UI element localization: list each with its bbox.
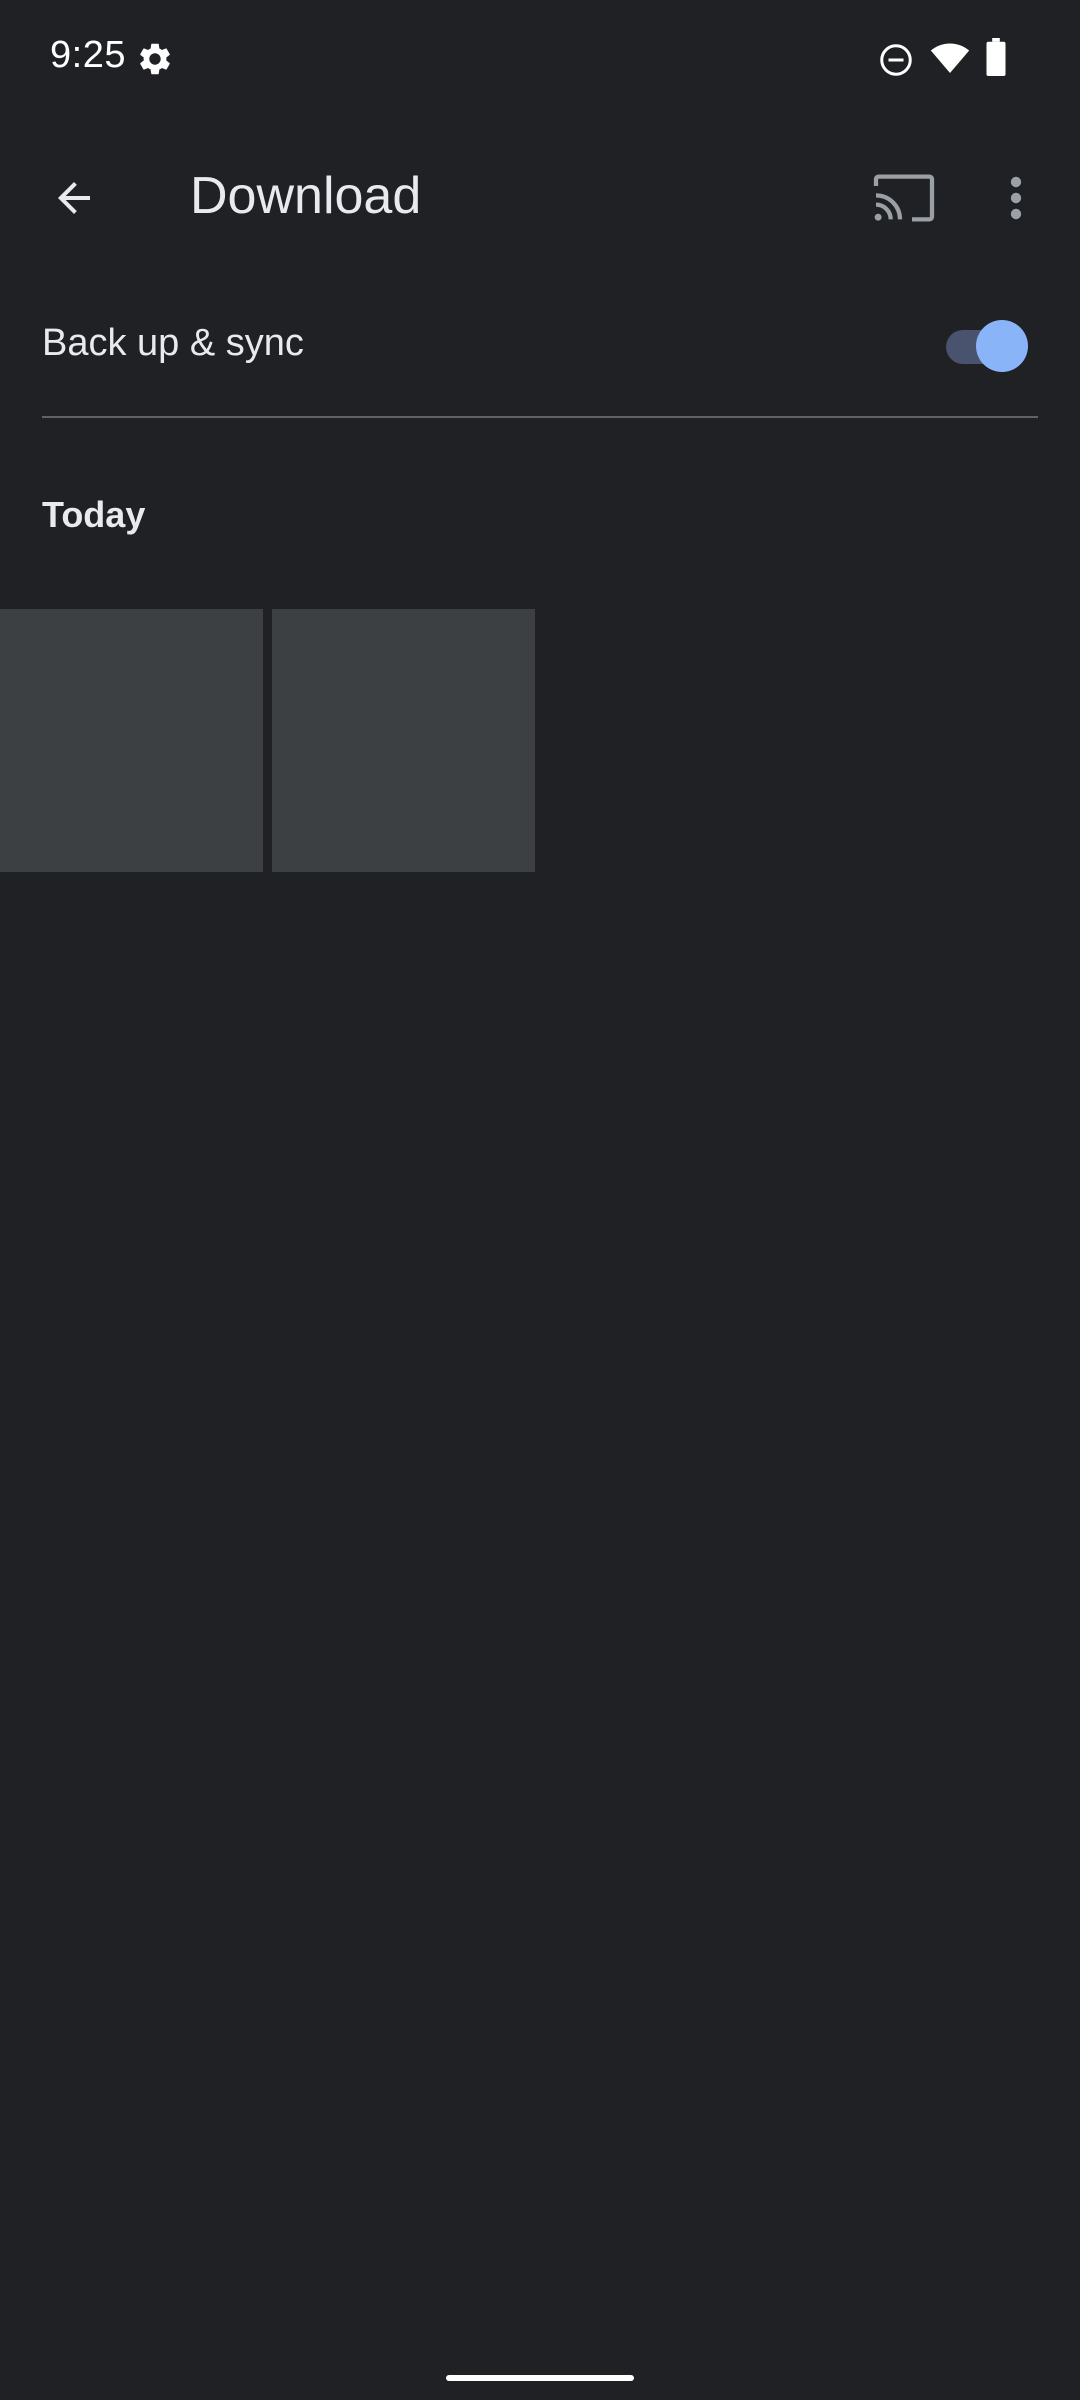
more-vert-icon — [1010, 176, 1022, 220]
section-header-today: Today — [42, 494, 146, 535]
arrow-back-icon — [58, 182, 90, 214]
status-time: 9:25 — [50, 34, 126, 76]
divider — [42, 416, 1038, 418]
wifi-icon — [930, 43, 970, 73]
more-options-button[interactable] — [974, 156, 1058, 240]
battery-icon — [986, 38, 1006, 76]
backup-sync-toggle[interactable] — [944, 318, 1030, 374]
cast-button[interactable] — [862, 156, 946, 240]
screen: 9:25 Download Back up & sync Today — [0, 0, 1080, 2400]
backup-sync-row[interactable]: Back up & sync — [0, 288, 1080, 404]
back-button[interactable] — [32, 156, 116, 240]
status-bar: 9:25 — [0, 0, 1080, 118]
do-not-disturb-icon — [880, 44, 912, 76]
photo-thumbnail[interactable] — [0, 609, 263, 872]
gear-icon — [140, 43, 170, 75]
page-title: Download — [190, 167, 422, 225]
top-app-bar: Download — [0, 118, 1080, 276]
toggle-thumb — [976, 320, 1028, 372]
cast-icon — [873, 174, 935, 222]
gesture-nav-handle[interactable] — [446, 2375, 634, 2381]
backup-sync-label: Back up & sync — [42, 322, 304, 364]
photo-thumbnail[interactable] — [272, 609, 535, 872]
